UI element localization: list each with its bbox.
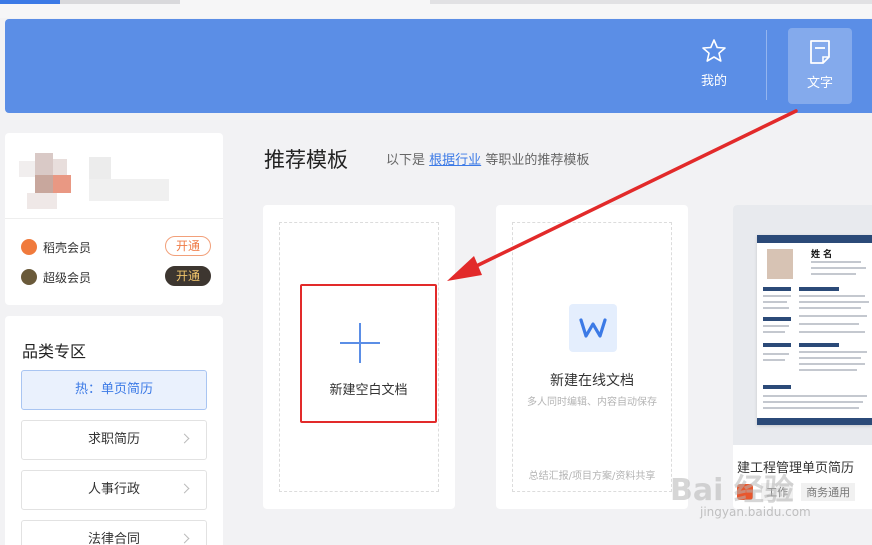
activate-docer-button[interactable]: 开通 [165, 236, 211, 256]
tag: 商务通用 [801, 482, 856, 501]
category-item-label: 求职简历 [87, 432, 140, 447]
resume-footer-bar [757, 418, 872, 425]
plus-icon [359, 323, 361, 363]
text-label: 文字 [806, 76, 833, 91]
chevron-right-icon [179, 533, 190, 544]
baidu-watermark-url: jingyan.baidu.com [700, 505, 811, 519]
header-divider [766, 30, 767, 100]
docer-member-row: 稻壳会员 开通 [21, 236, 211, 258]
category-item-label: 人事行政 [87, 482, 140, 497]
page-title: 推荐模板 [264, 148, 348, 172]
subtitle-prefix: 以下是 [386, 153, 426, 168]
divider [5, 218, 223, 219]
docer-vip-icon [21, 239, 37, 255]
category-item-label: 热：单页简历 [74, 382, 153, 397]
resume-photo [767, 249, 793, 279]
resume-thumbnail[interactable]: 姓 名 [733, 205, 872, 445]
browser-tab[interactable] [60, 0, 180, 4]
mine-button[interactable]: 我的 [682, 28, 746, 104]
new-blank-label: 新建空白文档 [329, 383, 408, 398]
category-panel: 品类专区 热：单页简历 求职简历 人事行政 法律合同 [5, 316, 223, 545]
new-blank-document-button[interactable]: 新建空白文档 [300, 284, 437, 423]
super-member-row: 超级会员 开通 [21, 266, 211, 288]
category-title: 品类专区 [22, 342, 87, 361]
resume-page-preview: 姓 名 [757, 235, 872, 425]
new-online-title: 新建在线文档 [550, 373, 634, 389]
super-vip-icon [21, 269, 37, 285]
category-item-legal-contract[interactable]: 法律合同 [21, 520, 207, 545]
browser-tab[interactable] [430, 0, 872, 4]
star-icon [702, 39, 726, 62]
new-online-footer: 总结汇报/项目方案/资料共享 [528, 471, 656, 482]
membership-label: 超级会员 [43, 271, 92, 285]
category-item-label: 法律合同 [87, 532, 140, 545]
avatar[interactable] [19, 153, 79, 213]
membership-label: 稻壳会员 [43, 241, 92, 255]
dashed-border [512, 222, 672, 492]
active-tab-indicator[interactable] [0, 0, 60, 4]
category-item-hr-admin[interactable]: 人事行政 [21, 470, 207, 510]
new-online-subtitle: 多人同时编辑、内容自动保存 [527, 397, 657, 408]
resume-name: 姓 名 [811, 250, 833, 260]
chevron-right-icon [179, 433, 190, 444]
activate-super-button[interactable]: 开通 [165, 266, 211, 286]
document-icon [810, 40, 830, 64]
new-online-document-card[interactable] [496, 205, 688, 509]
recommend-subtitle: 以下是 根据行业 等职业的推荐模板 [386, 149, 589, 168]
subtitle-suffix: 等职业的推荐模板 [485, 153, 590, 168]
user-card: 稻壳会员 开通 超级会员 开通 [5, 133, 223, 305]
category-item-single-page-resume[interactable]: 热：单页简历 [21, 370, 207, 410]
resume-header-bar [757, 235, 872, 243]
word-online-icon [569, 304, 617, 352]
resume-template-card[interactable]: 姓 名 建工程管理单页简历 工作 商务通用 [733, 205, 872, 509]
chevron-right-icon [179, 483, 190, 494]
username-blurred [89, 157, 169, 201]
text-button[interactable]: 文字 [788, 28, 852, 104]
category-item-job-resume[interactable]: 求职简历 [21, 420, 207, 460]
mine-label: 我的 [700, 74, 727, 89]
baidu-watermark: Bai 经验 [670, 473, 794, 508]
industry-link[interactable]: 根据行业 [429, 153, 481, 168]
browser-tab-strip [0, 0, 872, 18]
